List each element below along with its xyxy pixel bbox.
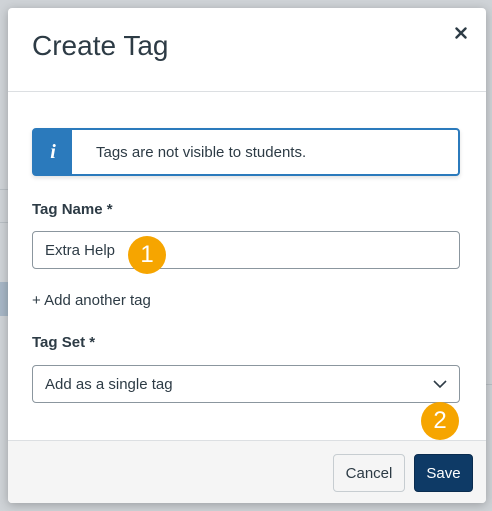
step-callout-1: 1 <box>128 236 166 274</box>
info-alert: i Tags are not visible to students. <box>32 128 460 176</box>
tag-set-value: Add as a single tag <box>45 375 173 393</box>
dialog-footer: Cancel Save <box>8 440 486 503</box>
close-icon <box>455 27 467 39</box>
tag-set-select[interactable]: Add as a single tag <box>32 365 460 403</box>
close-button[interactable] <box>450 22 472 44</box>
alert-message: Tags are not visible to students. <box>96 143 307 161</box>
background-divider <box>0 189 8 190</box>
dialog-header: Create Tag <box>8 8 486 92</box>
tag-name-input[interactable]: Extra Help <box>32 231 460 269</box>
step-callout-2: 2 <box>421 402 459 440</box>
create-tag-dialog: Create Tag i Tags are not visible to stu… <box>8 8 486 503</box>
dialog-title: Create Tag <box>32 30 169 61</box>
background-divider <box>0 222 8 223</box>
tag-set-label: Tag Set * <box>32 334 96 351</box>
background-highlight <box>0 282 8 316</box>
info-icon: i <box>34 130 72 174</box>
tag-name-label: Tag Name * <box>32 201 113 218</box>
chevron-down-icon <box>433 380 447 389</box>
background-divider <box>486 384 492 385</box>
add-another-tag-link[interactable]: + Add another tag <box>32 292 151 309</box>
cancel-button[interactable]: Cancel <box>333 454 405 492</box>
save-button[interactable]: Save <box>414 454 473 492</box>
